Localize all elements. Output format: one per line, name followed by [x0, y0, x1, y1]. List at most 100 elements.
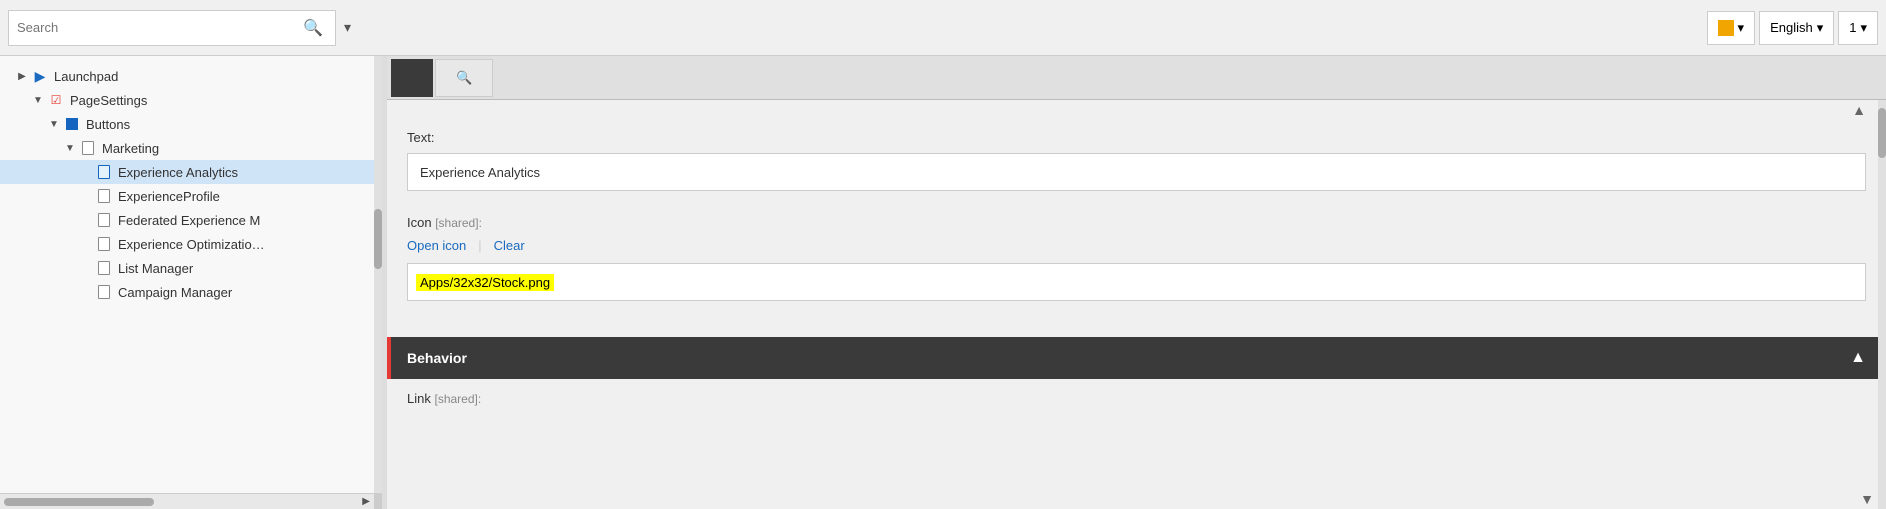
behavior-collapse-button[interactable]: ▲: [1850, 349, 1866, 367]
scroll-up-button[interactable]: ▲: [1852, 102, 1866, 118]
tab-search[interactable]: 🔍: [435, 59, 493, 97]
icon-label-text: Icon: [407, 215, 432, 230]
toggle-pagesettings[interactable]: ▼: [32, 94, 44, 106]
campaign-manager-icon: [96, 284, 112, 300]
search-button[interactable]: 🔍: [299, 16, 327, 40]
sidebar-item-experience-profile[interactable]: ExperienceProfile: [0, 184, 382, 208]
toggle-launchpad[interactable]: ▶: [16, 70, 28, 82]
num-button[interactable]: 1 ▾: [1838, 11, 1878, 45]
scroll-down-button[interactable]: ▼: [1860, 491, 1874, 507]
text-field-label: Text:: [407, 130, 1866, 145]
tab-search-icon: 🔍: [456, 70, 472, 86]
icon-field-area: Icon [shared]: Open icon | Clear Apps/32…: [387, 203, 1886, 309]
sidebar-label-campaign-manager: Campaign Manager: [118, 285, 232, 300]
sidebar-scroll-area: ▶ ▶ Launchpad ▼ ☑ PageSettings ▼ Button: [0, 56, 382, 312]
sidebar-label-pagesettings: PageSettings: [70, 93, 147, 108]
content-vscrollbar[interactable]: [1878, 100, 1886, 509]
search-input[interactable]: [17, 20, 299, 35]
experience-profile-icon: [96, 188, 112, 204]
sidebar-item-pagesettings[interactable]: ▼ ☑ PageSettings: [0, 88, 382, 112]
num-arrow: ▾: [1860, 20, 1867, 36]
sidebar: ▶ ▶ Launchpad ▼ ☑ PageSettings ▼ Button: [0, 56, 383, 509]
doc-selected-icon: [98, 165, 110, 179]
sidebar-label-optimization: Experience Optimizatio…: [118, 237, 265, 252]
sidebar-label-buttons: Buttons: [86, 117, 130, 132]
doc-icon-list: [98, 261, 110, 275]
tab-content[interactable]: [391, 59, 433, 97]
sidebar-vscrollbar[interactable]: [374, 56, 382, 493]
toggle-buttons[interactable]: ▼: [48, 118, 60, 130]
sidebar-hscrollbar[interactable]: ▶: [0, 493, 374, 509]
toggle-marketing[interactable]: ▼: [64, 142, 76, 154]
launchpad-icon: ▶: [32, 68, 48, 84]
link-field-label: Link [shared]:: [407, 391, 1866, 406]
doc-icon-federated: [98, 213, 110, 227]
sidebar-item-experience-analytics[interactable]: Experience Analytics: [0, 160, 382, 184]
sidebar-item-list-manager[interactable]: List Manager: [0, 256, 382, 280]
experience-analytics-icon: [96, 164, 112, 180]
sidebar-scroll-corner: [374, 493, 382, 509]
content-body: ▲ Text: Icon [shared]: Open icon |: [387, 100, 1886, 509]
optimization-icon: [96, 236, 112, 252]
marketing-icon: [80, 140, 96, 156]
language-button[interactable]: English ▾: [1759, 11, 1834, 45]
sidebar-hscroll-thumb[interactable]: [4, 498, 154, 506]
open-icon-button[interactable]: Open icon: [407, 238, 478, 253]
link-field-area: Link [shared]:: [387, 379, 1886, 418]
save-arrow: ▾: [1738, 20, 1745, 36]
sidebar-label-federated: Federated Experience M: [118, 213, 260, 228]
doc-icon-campaign: [98, 285, 110, 299]
federated-icon: [96, 212, 112, 228]
buttons-icon: [64, 116, 80, 132]
icon-shared-label: [shared]:: [435, 216, 482, 230]
behavior-header: Behavior ▲: [387, 337, 1886, 379]
save-button[interactable]: ▾: [1707, 11, 1756, 45]
main-area: ▶ ▶ Launchpad ▼ ☑ PageSettings ▼ Button: [0, 56, 1886, 509]
sidebar-label-launchpad: Launchpad: [54, 69, 118, 84]
sidebar-scroll-right-arrow[interactable]: ▶: [362, 496, 370, 507]
top-toolbar: 🔍 ▾ ▾ English ▾ 1 ▾: [0, 0, 1886, 56]
sidebar-label-experience-profile: ExperienceProfile: [118, 189, 220, 204]
content-top-scroll-area: ▲: [387, 100, 1886, 118]
sidebar-label-marketing: Marketing: [102, 141, 159, 156]
sidebar-item-buttons[interactable]: ▼ Buttons: [0, 112, 382, 136]
save-icon: [1718, 20, 1734, 36]
behavior-red-accent: [387, 337, 391, 379]
toggle-campaign-manager: [80, 286, 92, 298]
doc-icon-profile: [98, 189, 110, 203]
icon-path-input-wrapper[interactable]: Apps/32x32/Stock.png: [407, 263, 1866, 301]
content-tabs: 🔍: [387, 56, 1886, 100]
icon-path-highlighted: Apps/32x32/Stock.png: [416, 274, 554, 291]
sidebar-label-experience-analytics: Experience Analytics: [118, 165, 238, 180]
sidebar-item-marketing[interactable]: ▼ Marketing: [0, 136, 382, 160]
text-field-area: Text:: [387, 118, 1886, 203]
clear-button[interactable]: Clear: [494, 238, 537, 253]
text-field-input[interactable]: [407, 153, 1866, 191]
language-label: English: [1770, 20, 1813, 35]
list-manager-icon: [96, 260, 112, 276]
spacer-before-behavior: [387, 309, 1886, 325]
toolbar-right: ▾ English ▾ 1 ▾: [1707, 11, 1878, 45]
doc-icon: [82, 141, 94, 155]
sidebar-vscroll-thumb[interactable]: [374, 209, 382, 269]
app-container: 🔍 ▾ ▾ English ▾ 1 ▾ ▶: [0, 0, 1886, 509]
square-blue-icon: [66, 118, 78, 130]
toggle-experience-analytics: [80, 166, 92, 178]
search-dropdown-button[interactable]: ▾: [340, 17, 355, 38]
pagesettings-icon: ☑: [48, 92, 64, 108]
toggle-list-manager: [80, 262, 92, 274]
toggle-experience-profile: [80, 190, 92, 202]
search-box: 🔍: [8, 10, 336, 46]
content-vscroll-thumb[interactable]: [1878, 108, 1886, 158]
doc-icon-optimization: [98, 237, 110, 251]
behavior-title: Behavior: [407, 350, 467, 366]
icon-field-label: Icon [shared]:: [407, 215, 1866, 230]
sidebar-label-list-manager: List Manager: [118, 261, 193, 276]
sidebar-item-campaign-manager[interactable]: Campaign Manager: [0, 280, 382, 304]
link-label-text: Link: [407, 391, 431, 406]
toggle-federated: [80, 214, 92, 226]
toggle-optimization: [80, 238, 92, 250]
sidebar-item-federated-experience[interactable]: Federated Experience M: [0, 208, 382, 232]
sidebar-item-launchpad[interactable]: ▶ ▶ Launchpad: [0, 64, 382, 88]
sidebar-item-experience-optimization[interactable]: Experience Optimizatio…: [0, 232, 382, 256]
